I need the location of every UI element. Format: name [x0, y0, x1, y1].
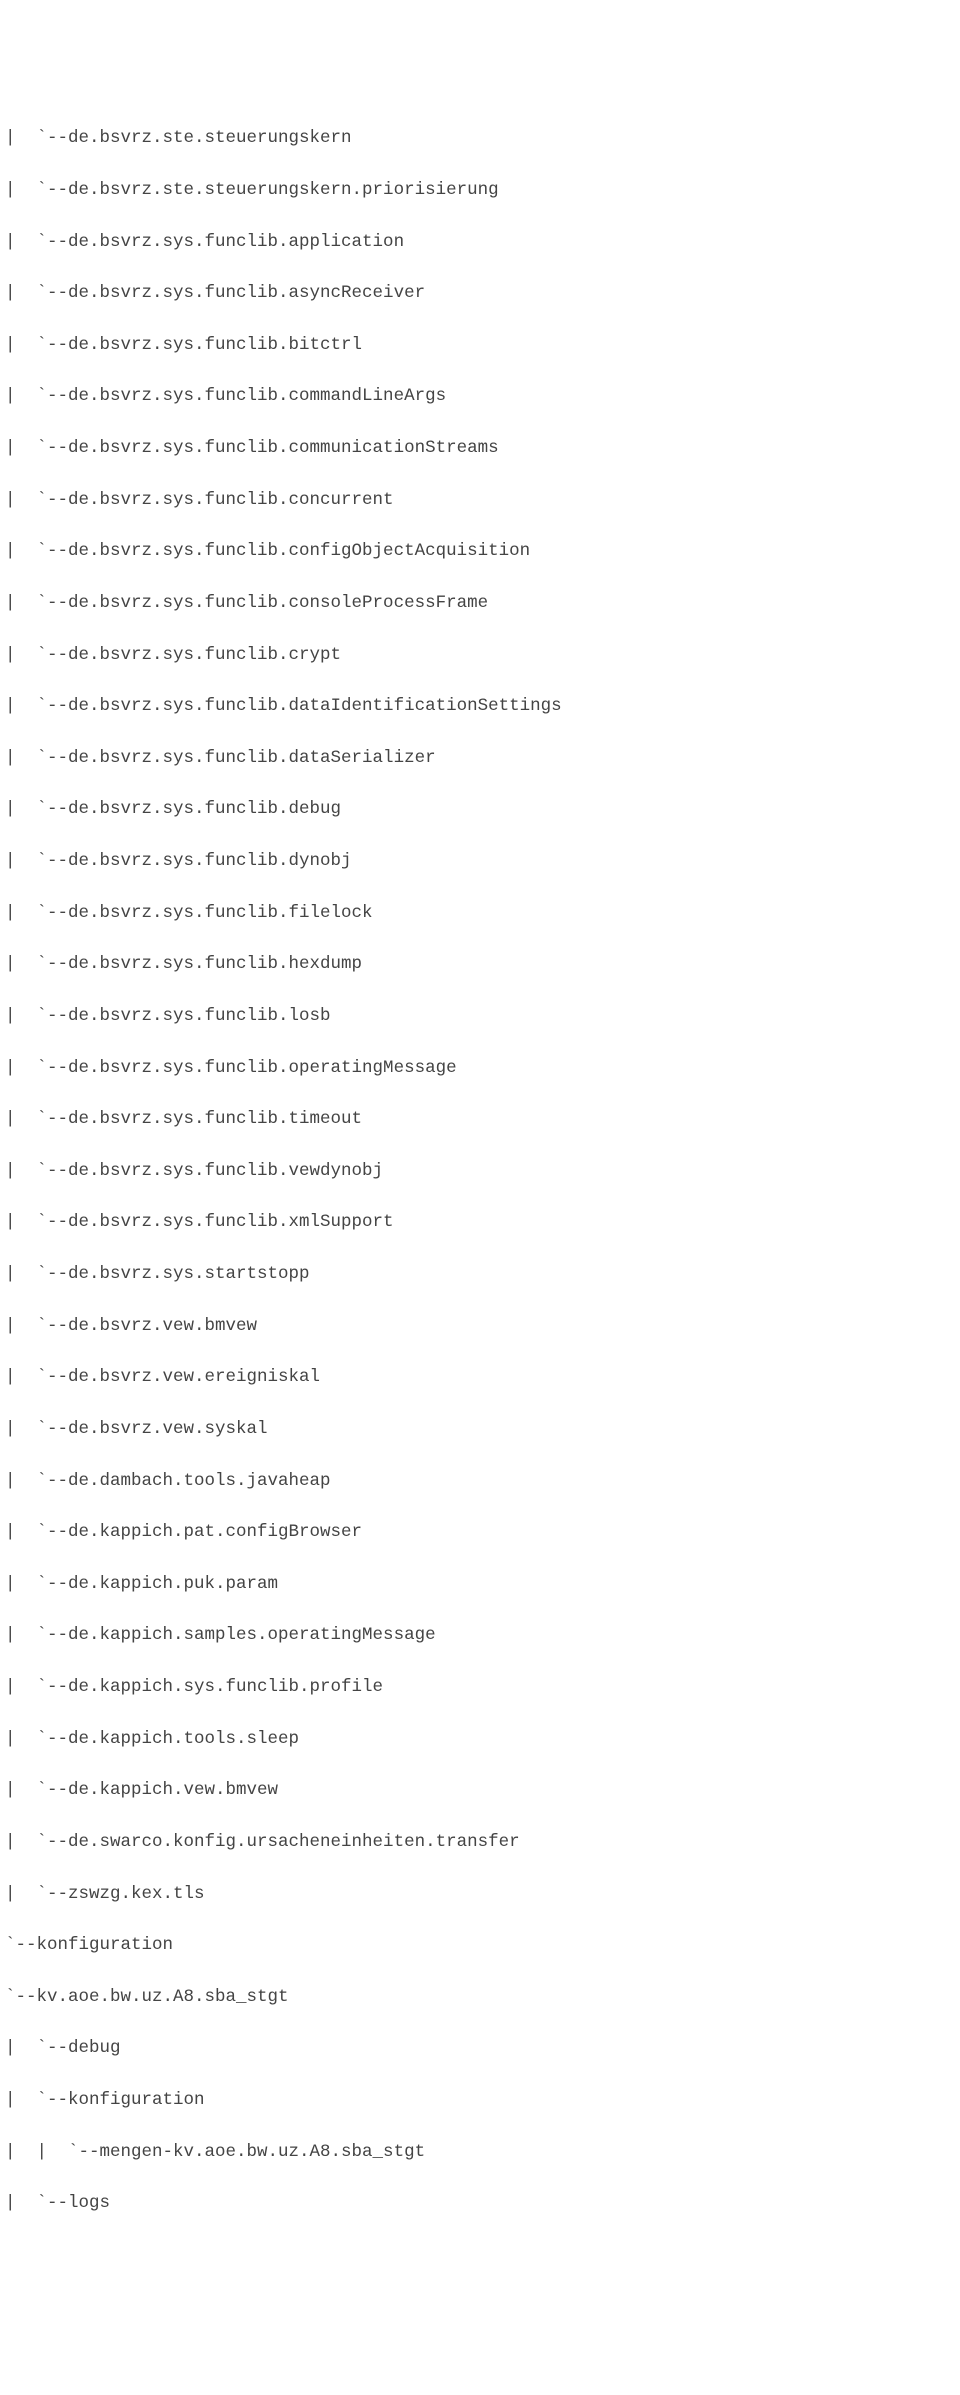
tree-line: | `--de.bsvrz.sys.funclib.losb — [5, 991, 955, 1043]
tree-line: | `--de.bsvrz.sys.funclib.application — [5, 217, 955, 269]
tree-line: | `--de.kappich.pat.configBrowser — [5, 1507, 955, 1559]
tree-line: | `--de.bsvrz.sys.funclib.filelock — [5, 888, 955, 940]
tree-line: | `--de.bsvrz.sys.funclib.dataSerializer — [5, 733, 955, 785]
directory-tree: | `--de.bsvrz.ste.steuerungskern| `--de.… — [5, 113, 955, 2230]
tree-line: | `--de.bsvrz.sys.funclib.crypt — [5, 630, 955, 682]
tree-line: | `--de.bsvrz.sys.funclib.concurrent — [5, 475, 955, 527]
tree-line: | `--de.bsvrz.sys.funclib.debug — [5, 784, 955, 836]
tree-line: `--kv.aoe.bw.uz.A8.sba_stgt — [5, 1972, 955, 2024]
tree-line: | `--debug — [5, 2023, 955, 2075]
tree-line: | `--de.bsvrz.ste.steuerungskern — [5, 113, 955, 165]
tree-line: | `--de.kappich.tools.sleep — [5, 1714, 955, 1766]
tree-line: | `--de.bsvrz.sys.funclib.hexdump — [5, 939, 955, 991]
tree-line: | `--de.bsvrz.sys.startstopp — [5, 1249, 955, 1301]
tree-line: | `--de.kappich.sys.funclib.profile — [5, 1662, 955, 1714]
tree-line: | `--de.bsvrz.sys.funclib.dataIdentifica… — [5, 681, 955, 733]
tree-line: | `--de.bsvrz.vew.syskal — [5, 1404, 955, 1456]
tree-line: | `--de.kappich.samples.operatingMessage — [5, 1610, 955, 1662]
tree-line: | `--de.bsvrz.sys.funclib.communicationS… — [5, 423, 955, 475]
tree-line: | `--de.bsvrz.sys.funclib.timeout — [5, 1094, 955, 1146]
tree-line: | `--de.bsvrz.sys.funclib.operatingMessa… — [5, 1043, 955, 1095]
tree-line: | `--de.bsvrz.sys.funclib.asyncReceiver — [5, 268, 955, 320]
tree-line: | `--zswzg.kex.tls — [5, 1869, 955, 1921]
tree-line: | `--de.bsvrz.sys.funclib.commandLineArg… — [5, 371, 955, 423]
tree-line: | `--de.bsvrz.sys.funclib.dynobj — [5, 836, 955, 888]
tree-line: | `--de.bsvrz.vew.ereigniskal — [5, 1352, 955, 1404]
tree-line: | `--de.bsvrz.sys.funclib.bitctrl — [5, 320, 955, 372]
tree-line: | `--konfiguration — [5, 2075, 955, 2127]
tree-line: | `--de.bsvrz.sys.funclib.consoleProcess… — [5, 578, 955, 630]
tree-line: | `--de.swarco.konfig.ursacheneinheiten.… — [5, 1817, 955, 1869]
tree-line: | `--de.kappich.vew.bmvew — [5, 1765, 955, 1817]
tree-line: | `--de.bsvrz.sys.funclib.vewdynobj — [5, 1146, 955, 1198]
tree-line: | `--de.bsvrz.sys.funclib.xmlSupport — [5, 1197, 955, 1249]
tree-line: | `--de.dambach.tools.javaheap — [5, 1456, 955, 1508]
tree-line: | | `--mengen-kv.aoe.bw.uz.A8.sba_stgt — [5, 2127, 955, 2179]
tree-line: `--konfiguration — [5, 1920, 955, 1972]
tree-line: | `--logs — [5, 2178, 955, 2230]
tree-line: | `--de.kappich.puk.param — [5, 1559, 955, 1611]
tree-line: | `--de.bsvrz.sys.funclib.configObjectAc… — [5, 526, 955, 578]
tree-line: | `--de.bsvrz.vew.bmvew — [5, 1301, 955, 1353]
tree-line: | `--de.bsvrz.ste.steuerungskern.prioris… — [5, 165, 955, 217]
